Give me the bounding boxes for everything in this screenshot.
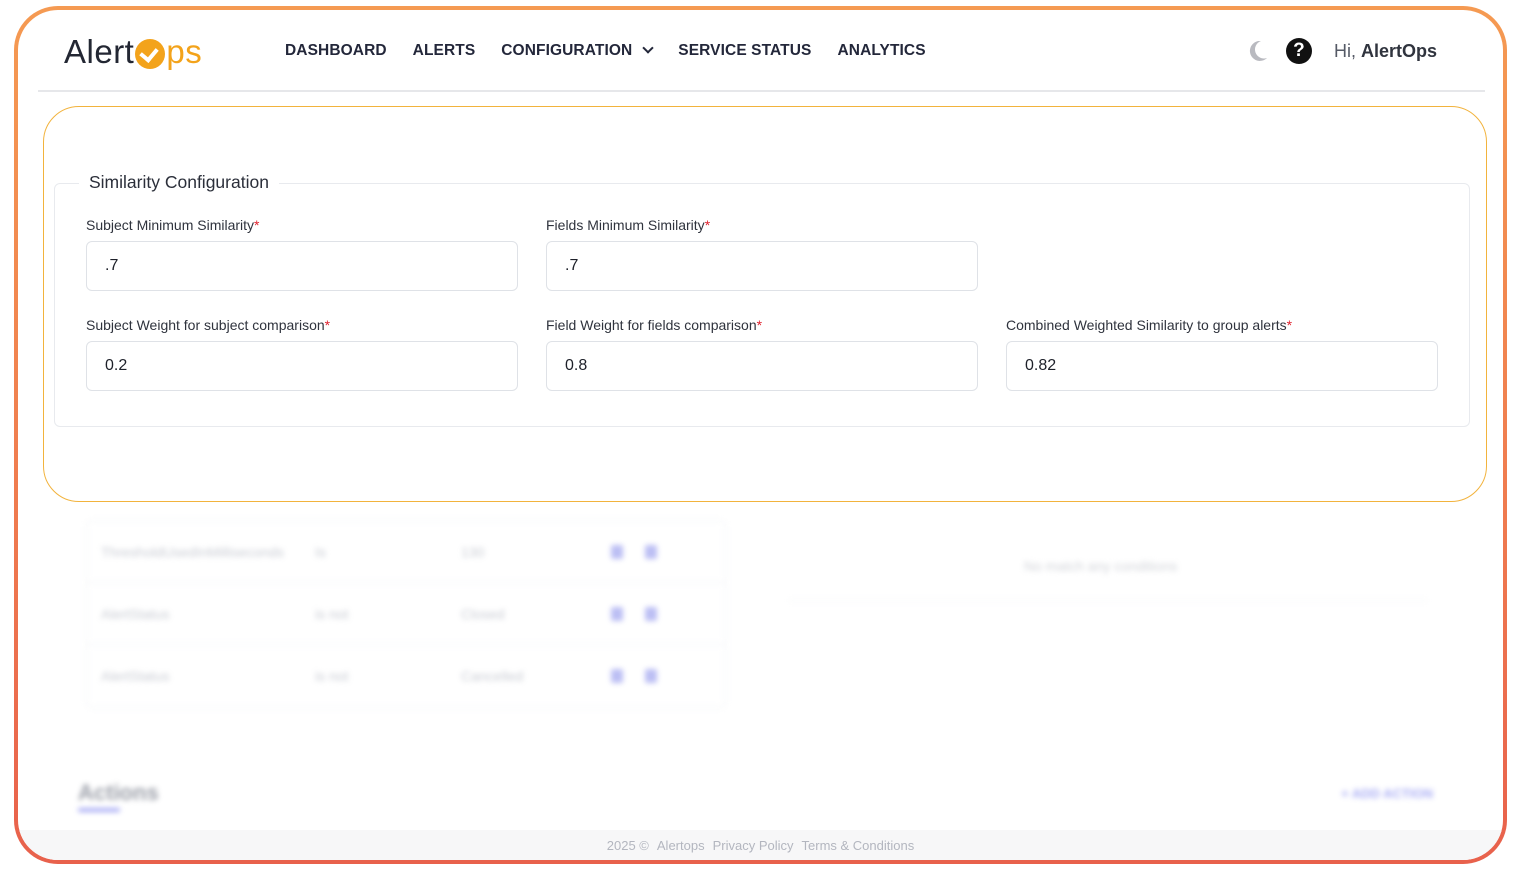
delete-icon[interactable]: [645, 544, 657, 559]
add-action-button[interactable]: + ADD ACTION: [1341, 786, 1433, 801]
help-icon[interactable]: ?: [1285, 38, 1312, 64]
nav-service-status-label: SERVICE STATUS: [678, 42, 812, 59]
nav-analytics[interactable]: ANALYTICS: [837, 42, 925, 60]
required-mark: *: [756, 317, 763, 333]
user-greeting[interactable]: Hi, AlertOps: [1334, 41, 1437, 62]
nav-service-status[interactable]: SERVICE STATUS: [678, 42, 811, 60]
no-match-note: No match any conditions: [1024, 558, 1178, 574]
cell-value: Cancelled: [461, 668, 524, 684]
field-label: Subject Weight for subject comparison*: [86, 317, 518, 333]
similarity-config-section: Similarity Configuration Subject Minimum…: [54, 172, 1470, 427]
required-mark: *: [704, 217, 711, 233]
actions-heading: Actions: [78, 780, 159, 805]
nav-configuration[interactable]: CONFIGURATION: [501, 42, 654, 60]
cell-operator: is not: [315, 668, 349, 684]
cell-value: Closed: [461, 605, 505, 622]
alertops-logo[interactable]: Alert ps: [64, 32, 202, 72]
cell-operator: is not: [315, 605, 349, 622]
cell-field: AlertStatus: [101, 668, 170, 684]
field-label-text: Subject Minimum Similarity: [86, 217, 255, 233]
edit-icon[interactable]: [611, 606, 623, 621]
fields-min-similarity-field: Fields Minimum Similarity* .7: [546, 217, 978, 291]
edit-icon[interactable]: [611, 544, 623, 559]
subject-min-similarity-input[interactable]: .7: [86, 241, 518, 291]
app-frame: Alert ps DASHBOARD ALERTS CONFIGURATION S…: [14, 6, 1507, 864]
logo-text-alert: Alert: [64, 33, 135, 70]
app-window: Alert ps DASHBOARD ALERTS CONFIGURATION S…: [18, 10, 1503, 860]
main-nav: DASHBOARD ALERTS CONFIGURATION SERVICE S…: [285, 10, 952, 92]
similarity-config-modal: Similarity Configuration Subject Minimum…: [43, 106, 1487, 502]
fields-min-similarity-input[interactable]: .7: [546, 241, 978, 291]
cell-field: AlertStatus: [101, 605, 170, 622]
edit-icon[interactable]: [611, 669, 623, 683]
field-label-text: Combined Weighted Similarity to group al…: [1006, 317, 1287, 333]
field-label-text: Subject Weight for subject comparison: [86, 317, 325, 333]
footer-brand[interactable]: Alertops: [657, 838, 705, 853]
logo-text-ps: ps: [166, 33, 203, 70]
table-row: AlertStatus is not Cancelled: [87, 645, 725, 707]
nav-alerts-label: ALERTS: [412, 42, 476, 59]
greeting-prefix: Hi,: [1333, 40, 1361, 61]
cell-operator: Is: [315, 543, 326, 560]
nav-alerts[interactable]: ALERTS: [413, 42, 476, 60]
header-actions: ? Hi, AlertOps: [1248, 10, 1437, 92]
field-label-text: Fields Minimum Similarity: [546, 217, 705, 233]
delete-icon[interactable]: [645, 669, 657, 683]
conditions-table: ThresholdUsedInMilliseconds Is 130 Alert…: [86, 520, 726, 708]
footer-year: 2025 ©: [606, 837, 649, 853]
nav-dashboard-label: DASHBOARD: [285, 42, 387, 59]
field-label: Subject Minimum Similarity*: [86, 217, 518, 233]
nav-dashboard[interactable]: DASHBOARD: [285, 42, 387, 60]
subject-weight-input[interactable]: 0.2: [86, 341, 518, 391]
cell-value: 130: [461, 543, 485, 560]
footer-terms-link[interactable]: Terms & Conditions: [802, 838, 915, 853]
delete-icon[interactable]: [645, 606, 657, 621]
divider: [788, 600, 1428, 601]
subject-min-similarity-field: Subject Minimum Similarity* .7: [86, 217, 518, 291]
nav-analytics-label: ANALYTICS: [837, 42, 926, 59]
required-mark: *: [1286, 317, 1293, 333]
field-label: Combined Weighted Similarity to group al…: [1006, 317, 1438, 333]
logo-check-icon: [135, 39, 166, 69]
table-row: AlertStatus is not Closed: [87, 583, 725, 645]
user-name: AlertOps: [1360, 40, 1437, 61]
top-header: Alert ps DASHBOARD ALERTS CONFIGURATION S…: [38, 10, 1485, 92]
required-mark: *: [324, 317, 331, 333]
actions-tab-indicator: [78, 808, 120, 812]
cell-field: ThresholdUsedInMilliseconds: [101, 543, 284, 560]
table-row: ThresholdUsedInMilliseconds Is 130: [87, 521, 725, 583]
field-label: Field Weight for fields comparison*: [546, 317, 978, 333]
section-title: Similarity Configuration: [79, 172, 279, 193]
chevron-down-icon: [642, 42, 654, 54]
field-weight-field: Field Weight for fields comparison* 0.8: [546, 317, 978, 391]
field-weight-input[interactable]: 0.8: [546, 341, 978, 391]
footer: 2025 © Alertops Privacy Policy Terms & C…: [18, 830, 1503, 860]
moon-icon[interactable]: [1248, 40, 1268, 62]
required-mark: *: [254, 217, 260, 233]
footer-privacy-link[interactable]: Privacy Policy: [713, 838, 794, 853]
field-label: Fields Minimum Similarity*: [546, 217, 978, 233]
combined-similarity-input[interactable]: 0.82: [1006, 341, 1438, 391]
field-label-text: Field Weight for fields comparison: [546, 317, 757, 333]
background-content: ThresholdUsedInMilliseconds Is 130 Alert…: [18, 500, 1503, 860]
nav-configuration-label: CONFIGURATION: [501, 42, 633, 59]
subject-weight-field: Subject Weight for subject comparison* 0…: [86, 317, 518, 391]
combined-similarity-field: Combined Weighted Similarity to group al…: [1006, 317, 1438, 391]
